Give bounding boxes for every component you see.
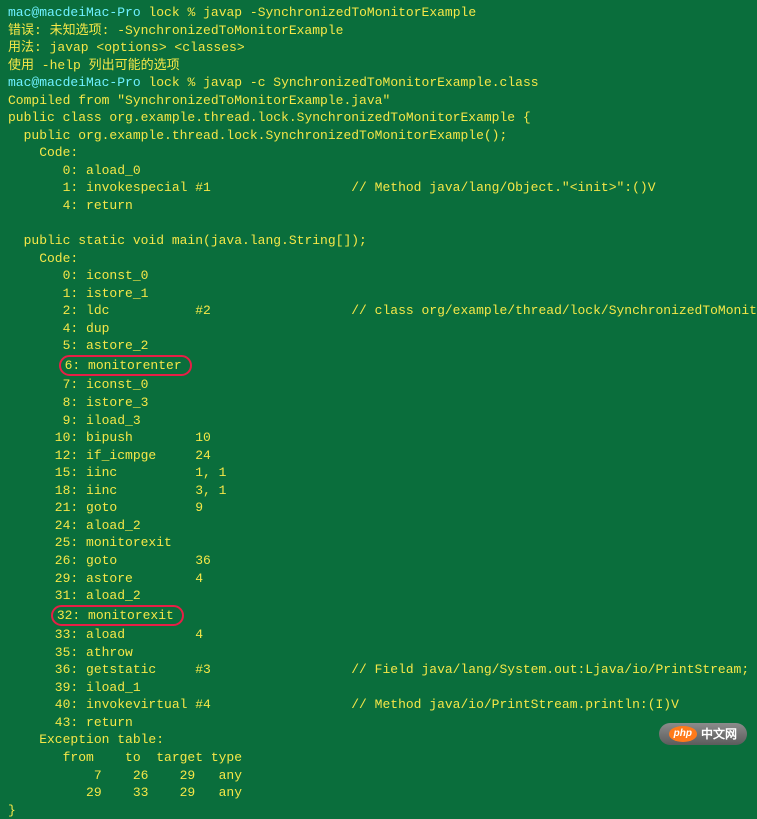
bytecode-line: 40: invokevirtual #4 // Method java/io/P… [8,696,749,714]
monitorenter-highlight: 6: monitorenter [59,355,192,377]
bytecode-line: 15: iinc 1, 1 [8,464,749,482]
prompt-userhost: mac@macdeiMac-Pro [8,75,141,90]
watermark-badge: php 中文网 [659,723,747,745]
bytecode-line: 7: iconst_0 [8,376,749,394]
bytecode-line: 21: goto 9 [8,499,749,517]
command-2: javap -c SynchronizedToMonitorExample.cl… [203,75,538,90]
prompt-line-1: mac@macdeiMac-Pro lock % javap -Synchron… [8,4,749,22]
bytecode-line: 8: istore_3 [8,394,749,412]
code-label: Code: [8,144,749,162]
monitorexit-highlight: 32: monitorexit [51,605,184,627]
bytecode-line: 1: invokespecial #1 // Method java/lang/… [8,179,749,197]
usage-line-1: 用法: javap <options> <classes> [8,39,749,57]
bytecode-line: 1: istore_1 [8,285,749,303]
bytecode-line: 24: aload_2 [8,517,749,535]
bytecode-line: 0: iconst_0 [8,267,749,285]
exception-table-row: 7 26 29 any [8,767,749,785]
watermark-cn: 中文网 [701,726,737,742]
prompt-dir: lock [148,75,179,90]
prompt-userhost: mac@macdeiMac-Pro [8,5,141,20]
exception-table-row: 29 33 29 any [8,784,749,802]
usage-line-2: 使用 -help 列出可能的选项 [8,57,749,75]
class-close: } [8,802,749,819]
prompt-percent: % [187,5,195,20]
php-icon: php [669,726,697,742]
prompt-line-2: mac@macdeiMac-Pro lock % javap -c Synchr… [8,74,749,92]
error-line: 错误: 未知选项: -SynchronizedToMonitorExample [8,22,749,40]
bytecode-line: 18: iinc 3, 1 [8,482,749,500]
bytecode-line: 5: astore_2 [8,337,749,355]
bytecode-line: 43: return [8,714,749,732]
bytecode-line-highlighted: 6: monitorenter [8,355,749,377]
bytecode-line: 39: iload_1 [8,679,749,697]
bytecode-line-highlighted: 32: monitorexit [8,605,749,627]
bytecode-line: 2: ldc #2 // class org/example/thread/lo… [8,302,749,320]
code-label: Code: [8,250,749,268]
bytecode-line: 4: dup [8,320,749,338]
compiled-from: Compiled from "SynchronizedToMonitorExam… [8,92,749,110]
constructor-decl: public org.example.thread.lock.Synchroni… [8,127,749,145]
bytecode-line: 9: iload_3 [8,412,749,430]
command-1: javap -SynchronizedToMonitorExample [203,5,476,20]
bytecode-line: 36: getstatic #3 // Field java/lang/Syst… [8,661,749,679]
prompt-percent: % [187,75,195,90]
exception-table-header: Exception table: [8,731,749,749]
bytecode-line: 31: aload_2 [8,587,749,605]
bytecode-line: 33: aload 4 [8,626,749,644]
bytecode-line: 0: aload_0 [8,162,749,180]
blank-line [8,215,749,233]
bytecode-line: 12: if_icmpge 24 [8,447,749,465]
exception-table-cols: from to target type [8,749,749,767]
bytecode-line: 35: athrow [8,644,749,662]
prompt-dir: lock [148,5,179,20]
bytecode-line: 26: goto 36 [8,552,749,570]
bytecode-line: 25: monitorexit [8,534,749,552]
bytecode-line: 4: return [8,197,749,215]
bytecode-line: 10: bipush 10 [8,429,749,447]
watermark: php 中文网 [659,723,747,745]
bytecode-line: 29: astore 4 [8,570,749,588]
main-declaration: public static void main(java.lang.String… [8,232,749,250]
class-declaration: public class org.example.thread.lock.Syn… [8,109,749,127]
